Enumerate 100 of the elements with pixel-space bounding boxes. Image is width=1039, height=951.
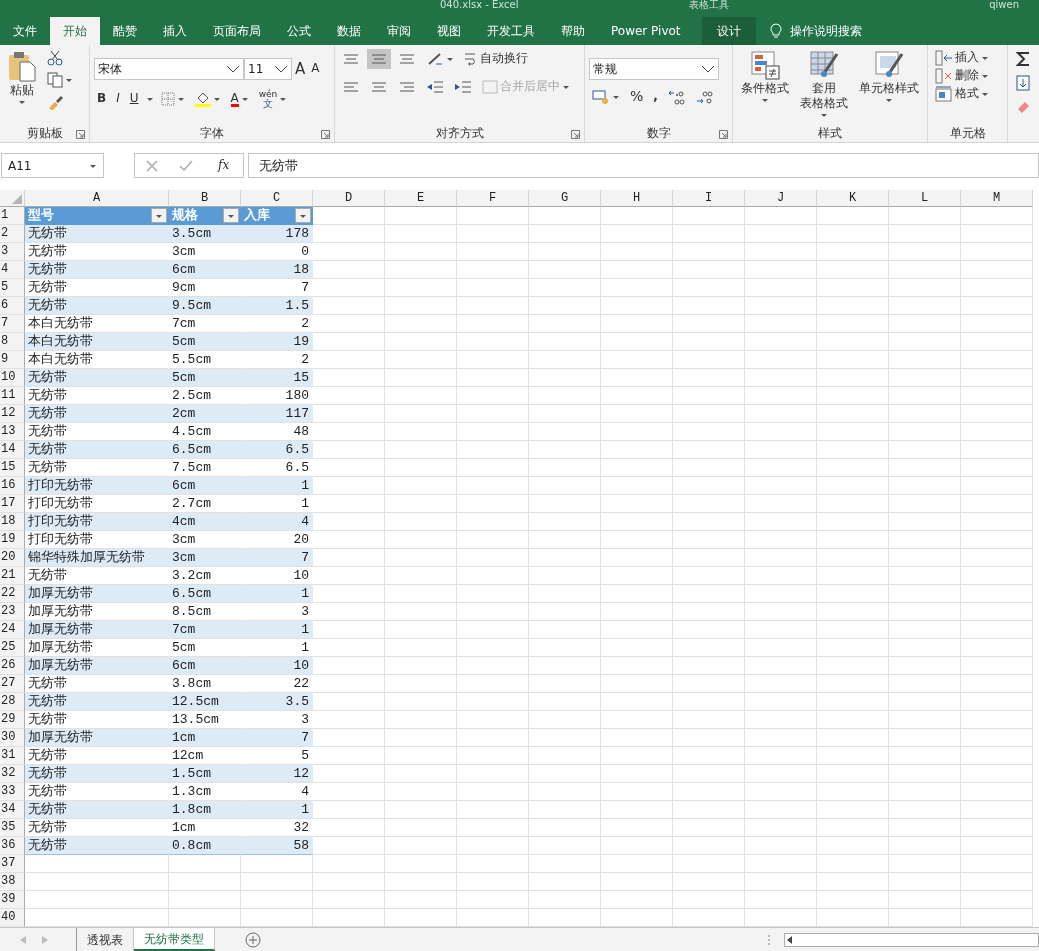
table-cell[interactable]: 1 xyxy=(241,477,313,495)
row-header[interactable]: 3 xyxy=(0,243,25,261)
table-cell[interactable]: 117 xyxy=(241,405,313,423)
row-header[interactable]: 40 xyxy=(0,909,25,927)
table-cell[interactable]: 1 xyxy=(241,621,313,639)
row-header[interactable]: 19 xyxy=(0,531,25,549)
conditional-formatting-button[interactable]: 条件格式 xyxy=(737,49,792,124)
table-cell[interactable]: 12.5cm xyxy=(169,693,241,711)
paste-button[interactable]: 粘贴 xyxy=(4,49,40,124)
format-as-table-button[interactable]: 套用 表格格式 xyxy=(797,49,851,124)
column-header[interactable]: H xyxy=(601,190,673,207)
table-cell[interactable]: 5cm xyxy=(169,333,241,351)
table-cell[interactable]: 无纺带 xyxy=(25,441,169,459)
percent-button[interactable]: % xyxy=(627,88,647,106)
column-header[interactable]: G xyxy=(529,190,601,207)
table-cell[interactable]: 加厚无纺带 xyxy=(25,621,169,639)
formula-input[interactable]: 无纺带 xyxy=(248,153,1039,178)
filter-button[interactable] xyxy=(223,208,239,223)
name-box[interactable]: A11 xyxy=(1,153,104,178)
table-cell[interactable]: 6cm xyxy=(169,657,241,675)
row-header[interactable]: 28 xyxy=(0,693,25,711)
table-cell[interactable]: 15 xyxy=(241,369,313,387)
bold-button[interactable]: B xyxy=(94,91,110,107)
ribbon-tab[interactable]: 开始 xyxy=(50,17,100,45)
row-header[interactable]: 21 xyxy=(0,567,25,585)
middle-align-button[interactable] xyxy=(367,49,391,69)
row-header[interactable]: 4 xyxy=(0,261,25,279)
chevron-down-icon[interactable] xyxy=(274,65,288,73)
column-header[interactable]: F xyxy=(457,190,529,207)
table-cell[interactable]: 无纺带 xyxy=(25,225,169,243)
column-header[interactable]: K xyxy=(817,190,889,207)
italic-button[interactable]: I xyxy=(113,91,123,107)
phonetic-button[interactable]: wén 文 xyxy=(255,88,291,110)
row-header[interactable]: 14 xyxy=(0,441,25,459)
row-header[interactable]: 6 xyxy=(0,297,25,315)
enter-icon[interactable] xyxy=(179,159,194,172)
row-header[interactable]: 2 xyxy=(0,225,25,243)
row-header[interactable]: 27 xyxy=(0,675,25,693)
cancel-icon[interactable] xyxy=(145,159,158,172)
row-header[interactable]: 10 xyxy=(0,369,25,387)
insert-cells-button[interactable]: 插入 xyxy=(932,49,992,67)
column-header[interactable]: L xyxy=(889,190,961,207)
table-cell[interactable]: 18 xyxy=(241,261,313,279)
chevron-down-icon[interactable] xyxy=(701,65,715,73)
table-cell[interactable]: 4cm xyxy=(169,513,241,531)
table-cell[interactable]: 无纺带 xyxy=(25,801,169,819)
next-sheet-icon[interactable] xyxy=(42,935,48,944)
ribbon-tab[interactable]: 审阅 xyxy=(374,17,424,45)
table-cell[interactable]: 1 xyxy=(241,801,313,819)
row-header[interactable]: 15 xyxy=(0,459,25,477)
table-cell[interactable]: 3cm xyxy=(169,549,241,567)
ribbon-tab[interactable]: 页面布局 xyxy=(200,17,274,45)
previous-sheet-icon[interactable] xyxy=(20,935,26,944)
dialog-launcher-icon[interactable] xyxy=(76,130,85,139)
row-header[interactable]: 39 xyxy=(0,891,25,909)
row-header[interactable]: 35 xyxy=(0,819,25,837)
shrink-font-button[interactable]: A xyxy=(308,61,323,77)
splitter-handle-icon[interactable] xyxy=(768,934,770,945)
table-cell[interactable]: 1 xyxy=(241,585,313,603)
table-cell[interactable]: 6.5cm xyxy=(169,585,241,603)
table-cell[interactable]: 1.5cm xyxy=(169,765,241,783)
row-header[interactable]: 22 xyxy=(0,585,25,603)
filter-button[interactable] xyxy=(151,208,167,223)
row-header[interactable]: 25 xyxy=(0,639,25,657)
table-cell[interactable]: 3.5 xyxy=(241,693,313,711)
eraser-icon[interactable] xyxy=(1016,99,1030,113)
row-header[interactable]: 38 xyxy=(0,873,25,891)
table-cell[interactable]: 无纺带 xyxy=(25,405,169,423)
table-cell[interactable]: 无纺带 xyxy=(25,297,169,315)
table-cell[interactable]: 无纺带 xyxy=(25,765,169,783)
table-cell[interactable]: 10 xyxy=(241,657,313,675)
number-format-field[interactable]: 常规 xyxy=(589,58,719,80)
row-header[interactable]: 5 xyxy=(0,279,25,297)
table-cell[interactable]: 1.8cm xyxy=(169,801,241,819)
column-header[interactable]: M xyxy=(961,190,1033,207)
column-header[interactable]: E xyxy=(385,190,457,207)
table-cell[interactable]: 4 xyxy=(241,513,313,531)
row-header[interactable]: 37 xyxy=(0,855,25,873)
ribbon-tab[interactable]: 插入 xyxy=(150,17,200,45)
chevron-down-icon[interactable] xyxy=(226,65,240,73)
table-cell[interactable]: 58 xyxy=(241,837,313,855)
table-cell[interactable]: 1cm xyxy=(169,729,241,747)
font-size-field[interactable]: 11 xyxy=(244,58,292,80)
table-cell[interactable]: 3.5cm xyxy=(169,225,241,243)
table-cell[interactable]: 无纺带 xyxy=(25,693,169,711)
row-header[interactable]: 8 xyxy=(0,333,25,351)
row-header[interactable]: 24 xyxy=(0,621,25,639)
row-header[interactable]: 16 xyxy=(0,477,25,495)
table-cell[interactable]: 6cm xyxy=(169,261,241,279)
row-header[interactable]: 34 xyxy=(0,801,25,819)
delete-cells-button[interactable]: 删除 xyxy=(932,67,992,85)
grow-font-button[interactable]: A xyxy=(292,59,309,79)
column-header[interactable]: I xyxy=(673,190,745,207)
row-header[interactable]: 7 xyxy=(0,315,25,333)
table-cell[interactable]: 加厚无纺带 xyxy=(25,657,169,675)
column-header[interactable]: C xyxy=(241,190,313,207)
table-cell[interactable]: 本白无纺带 xyxy=(25,333,169,351)
font-color-button[interactable]: A xyxy=(227,90,252,108)
row-header[interactable]: 36 xyxy=(0,837,25,855)
row-header[interactable]: 9 xyxy=(0,351,25,369)
